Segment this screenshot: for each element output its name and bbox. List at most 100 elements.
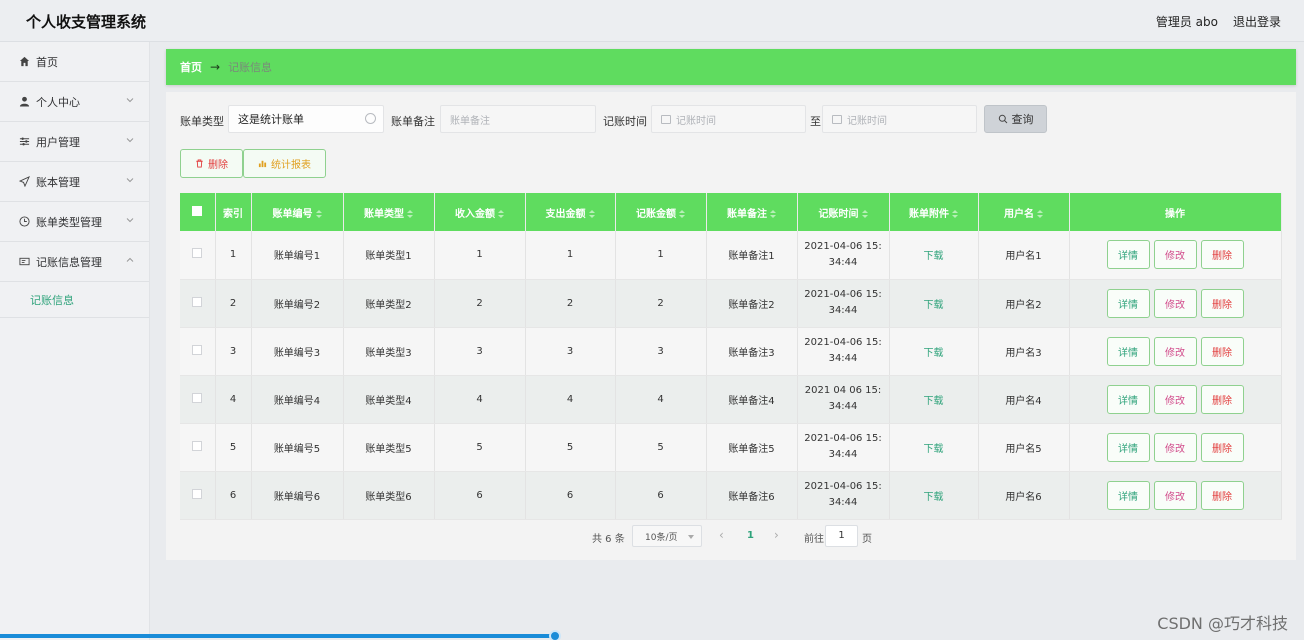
cell-income: 1 [434, 231, 526, 280]
user-icon [18, 96, 30, 108]
col-header[interactable]: 收入金额 [434, 193, 526, 231]
row-checkbox[interactable] [180, 375, 216, 424]
clear-icon[interactable] [365, 113, 376, 124]
bill-remark-label: 账单备注 [391, 115, 435, 128]
stats-report-button[interactable]: 统计报表 [243, 149, 326, 178]
time-end-input[interactable]: 记账时间 [822, 105, 977, 133]
edit-button[interactable]: 修改 [1153, 480, 1197, 510]
detail-button[interactable]: 详情 [1106, 432, 1150, 462]
edit-button[interactable]: 修改 [1153, 288, 1197, 318]
prev-page-button[interactable]: ‹ [719, 528, 724, 542]
sidebar-item-bill-type-management[interactable]: 账单类型管理 [0, 202, 149, 242]
breadcrumb-home[interactable]: 首页 [180, 59, 202, 75]
edit-button[interactable]: 修改 [1153, 240, 1197, 270]
sort-icon[interactable] [407, 209, 413, 218]
sidebar-item-ledger-management[interactable]: 账本管理 [0, 162, 149, 202]
record-time-label: 记账时间 [603, 115, 647, 128]
download-link[interactable]: 下载 [889, 327, 979, 376]
select-all-checkbox[interactable] [180, 193, 216, 231]
sort-icon[interactable] [952, 209, 958, 218]
row-delete-button[interactable]: 删除 [1200, 384, 1244, 414]
detail-button[interactable]: 详情 [1106, 288, 1150, 318]
col-header[interactable]: 账单备注 [706, 193, 798, 231]
bill-type-input[interactable]: 这是统计账单 [228, 105, 384, 133]
cell-username: 用户名5 [978, 423, 1070, 472]
cell-time-line2: 34:44 [828, 497, 858, 508]
download-link[interactable]: 下载 [889, 231, 979, 280]
delete-button[interactable]: 删除 [180, 149, 243, 178]
time-start-input[interactable]: 记账时间 [651, 105, 806, 133]
video-progress-bar[interactable] [0, 634, 556, 638]
download-link[interactable]: 下载 [889, 279, 979, 328]
download-link[interactable]: 下载 [889, 471, 979, 520]
edit-button[interactable]: 修改 [1153, 384, 1197, 414]
goto-page-input[interactable]: 1 [825, 525, 858, 547]
row-delete-button[interactable]: 删除 [1200, 480, 1244, 510]
detail-button[interactable]: 详情 [1106, 336, 1150, 366]
goto-label: 前往 [804, 534, 824, 545]
cell-time: 2021-04-06 15: 34:44 [797, 327, 890, 376]
cell-income: 3 [434, 327, 526, 376]
progress-handle[interactable] [549, 630, 561, 640]
edit-button[interactable]: 修改 [1153, 432, 1197, 462]
detail-button[interactable]: 详情 [1106, 240, 1150, 270]
sidebar-item-home[interactable]: 首页 [0, 42, 149, 82]
sort-icon[interactable] [861, 209, 868, 218]
edit-button[interactable]: 修改 [1153, 336, 1197, 366]
col-header: 操作 [1069, 193, 1282, 231]
sort-icon[interactable] [588, 209, 595, 218]
sort-icon[interactable] [679, 209, 685, 218]
download-link[interactable]: 下载 [889, 375, 979, 424]
download-link[interactable]: 下载 [889, 423, 979, 472]
cell-bill-type: 账单类型1 [343, 231, 435, 280]
sort-icon[interactable] [315, 209, 322, 218]
card-icon [18, 256, 30, 268]
row-delete-button[interactable]: 删除 [1200, 336, 1244, 366]
admin-user: 管理员 abo [1155, 15, 1218, 29]
cell-expense: 4 [525, 375, 616, 424]
sidebar-item-label: 记账信息管理 [36, 255, 102, 269]
watermark: CSDN @巧才科技 [1157, 614, 1288, 633]
table-row: 1 账单编号1 账单类型1 1 1 1 账单备注1 2021-04-06 15: 34:44 下载… [180, 231, 1282, 280]
sort-icon[interactable] [770, 209, 776, 218]
cell-income: 2 [434, 279, 526, 328]
next-page-button[interactable]: › [774, 528, 779, 542]
col-header[interactable]: 记账时间 [797, 193, 890, 231]
sidebar-subitem-accounting-info[interactable]: 记账信息 [0, 282, 149, 318]
cell-amount: 5 [615, 423, 707, 472]
row-delete-button[interactable]: 删除 [1200, 240, 1244, 270]
query-button[interactable]: 查询 [984, 105, 1047, 133]
cell-bill-type: 账单类型4 [343, 375, 435, 424]
row-checkbox[interactable] [180, 231, 216, 280]
cell-index: 2 [215, 279, 252, 328]
sort-icon[interactable] [1037, 209, 1043, 218]
table-header-row: 索引 账单编号 账单类型 收入金额 支出金额 记账金额 账单备注 记账时间 账单… [180, 193, 1282, 231]
chevron-down-icon [126, 98, 134, 103]
col-header[interactable]: 记账金额 [615, 193, 707, 231]
sidebar-item-user-management[interactable]: 用户管理 [0, 122, 149, 162]
page-number-current[interactable]: 1 [747, 530, 754, 541]
sidebar-item-personal-center[interactable]: 个人中心 [0, 82, 149, 122]
bill-type-label: 账单类型 [180, 115, 224, 128]
col-header[interactable]: 用户名 [978, 193, 1070, 231]
row-checkbox[interactable] [180, 471, 216, 520]
sort-icon[interactable] [498, 209, 504, 218]
logout-link[interactable]: 退出登录 [1233, 13, 1281, 30]
cell-operations: 详情 修改 删除 [1069, 423, 1282, 472]
cell-income: 5 [434, 423, 526, 472]
detail-button[interactable]: 详情 [1106, 384, 1150, 414]
row-checkbox[interactable] [180, 279, 216, 328]
col-header[interactable]: 支出金额 [525, 193, 616, 231]
detail-button[interactable]: 详情 [1106, 480, 1150, 510]
page-size-select[interactable]: 10条/页 [632, 525, 702, 547]
row-checkbox[interactable] [180, 423, 216, 472]
col-header[interactable]: 账单类型 [343, 193, 435, 231]
col-header[interactable]: 账单附件 [889, 193, 979, 231]
col-header[interactable]: 账单编号 [251, 193, 344, 231]
row-delete-button[interactable]: 删除 [1200, 432, 1244, 462]
sidebar-item-accounting-management[interactable]: 记账信息管理 [0, 242, 149, 282]
row-delete-button[interactable]: 删除 [1200, 288, 1244, 318]
row-checkbox[interactable] [180, 327, 216, 376]
bill-remark-input[interactable]: 账单备注 [440, 105, 596, 133]
cell-operations: 详情 修改 删除 [1069, 279, 1282, 328]
